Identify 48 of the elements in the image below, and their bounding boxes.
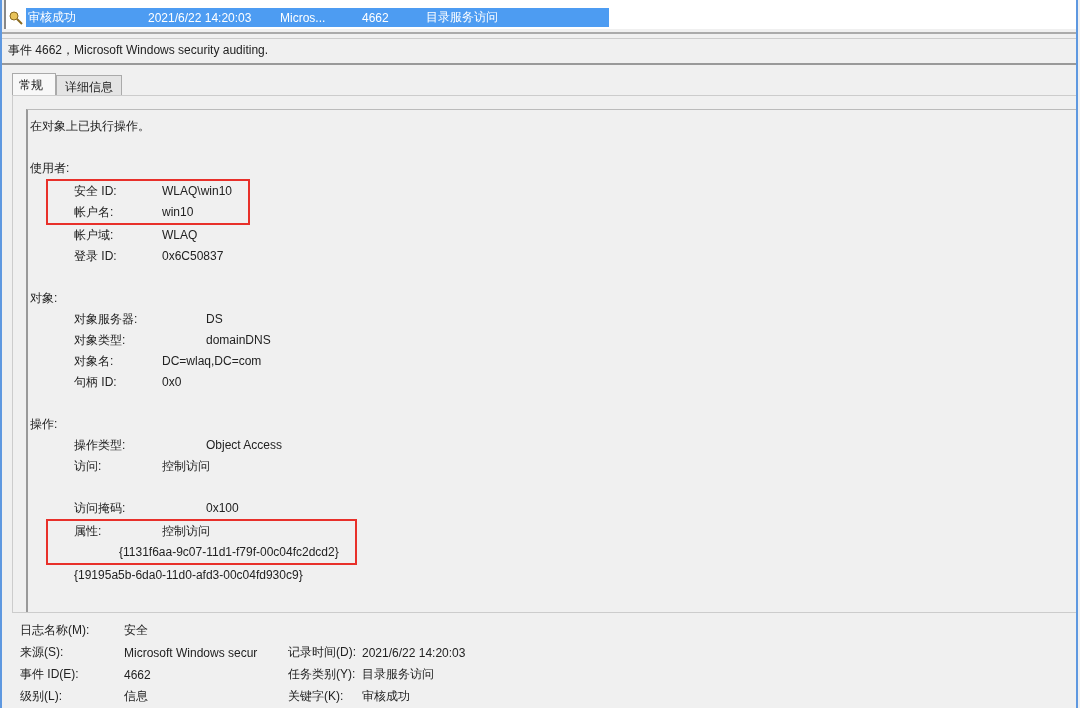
section-heading: 操作: [30,415,59,433]
field-label: 安全 ID: [74,182,118,200]
detail-value: 目录服务访问 [362,666,435,684]
detail-label: 来源(S): [20,644,65,662]
tab[interactable]: 详细信息 [56,74,122,95]
detail-label: 事件 ID(E): [20,666,80,684]
description-text: 在对象上已执行操作。 [30,117,151,135]
detail-value: 4662 [124,668,152,682]
field-value: {1131f6aa-9c07-11d1-f79f-00c04fc2dcd2} [119,543,339,561]
section-heading: 对象: [30,289,59,307]
detail-label: 关键字(K): [288,688,345,706]
field-value: 0x100 [206,499,239,517]
field-value: domainDNS [206,331,271,349]
tab[interactable]: 常规 [12,72,56,95]
field-value: DS [206,310,223,328]
field-value: 0x0 [162,373,182,391]
field-value: {19195a5b-6da0-11d0-afd3-00c04fd930c9} [74,566,303,584]
field-value: 控制访问 [162,457,210,475]
detail-label: 记录时间(D): [288,644,357,662]
detail-value: Microsoft Windows secur [124,646,259,660]
field-value: 控制访问 [162,522,210,540]
detail-value: 安全 [124,622,149,640]
field-label: 属性: [74,522,103,540]
detail-label: 任务类别(Y): [288,666,357,684]
field-label: 帐户名: [74,203,115,221]
field-label: 操作类型: [74,436,127,454]
field-label: 对象类型: [74,331,127,349]
detail-value: 2021/6/22 14:20:03 [362,646,467,660]
detail-value: 信息 [124,688,149,706]
field-label: 访问掩码: [74,499,127,517]
field-value: WLAQ\win10 [162,182,233,200]
field-value: 0x6C50837 [162,247,224,265]
field-label: 句柄 ID: [74,373,118,391]
field-label: 对象服务器: [74,310,139,328]
detail-value: 审核成功 [362,688,411,706]
field-value: WLAQ [162,226,198,244]
splitter-bar[interactable] [2,31,1076,39]
field-label: 访问: [74,457,103,475]
field-value: win10 [162,203,194,221]
field-label: 帐户域: [74,226,115,244]
event-title: 事件 4662，Microsoft Windows security auditing. [2,38,1076,65]
field-label: 登录 ID: [74,247,118,265]
field-value: Object Access [206,436,283,454]
field-label: 对象名: [74,352,115,370]
section-heading: 使用者: [30,159,71,177]
field-value: DC=wlaq,DC=com [162,352,262,370]
detail-label: 级别(L): [20,688,63,706]
detail-label: 日志名称(M): [20,622,91,640]
